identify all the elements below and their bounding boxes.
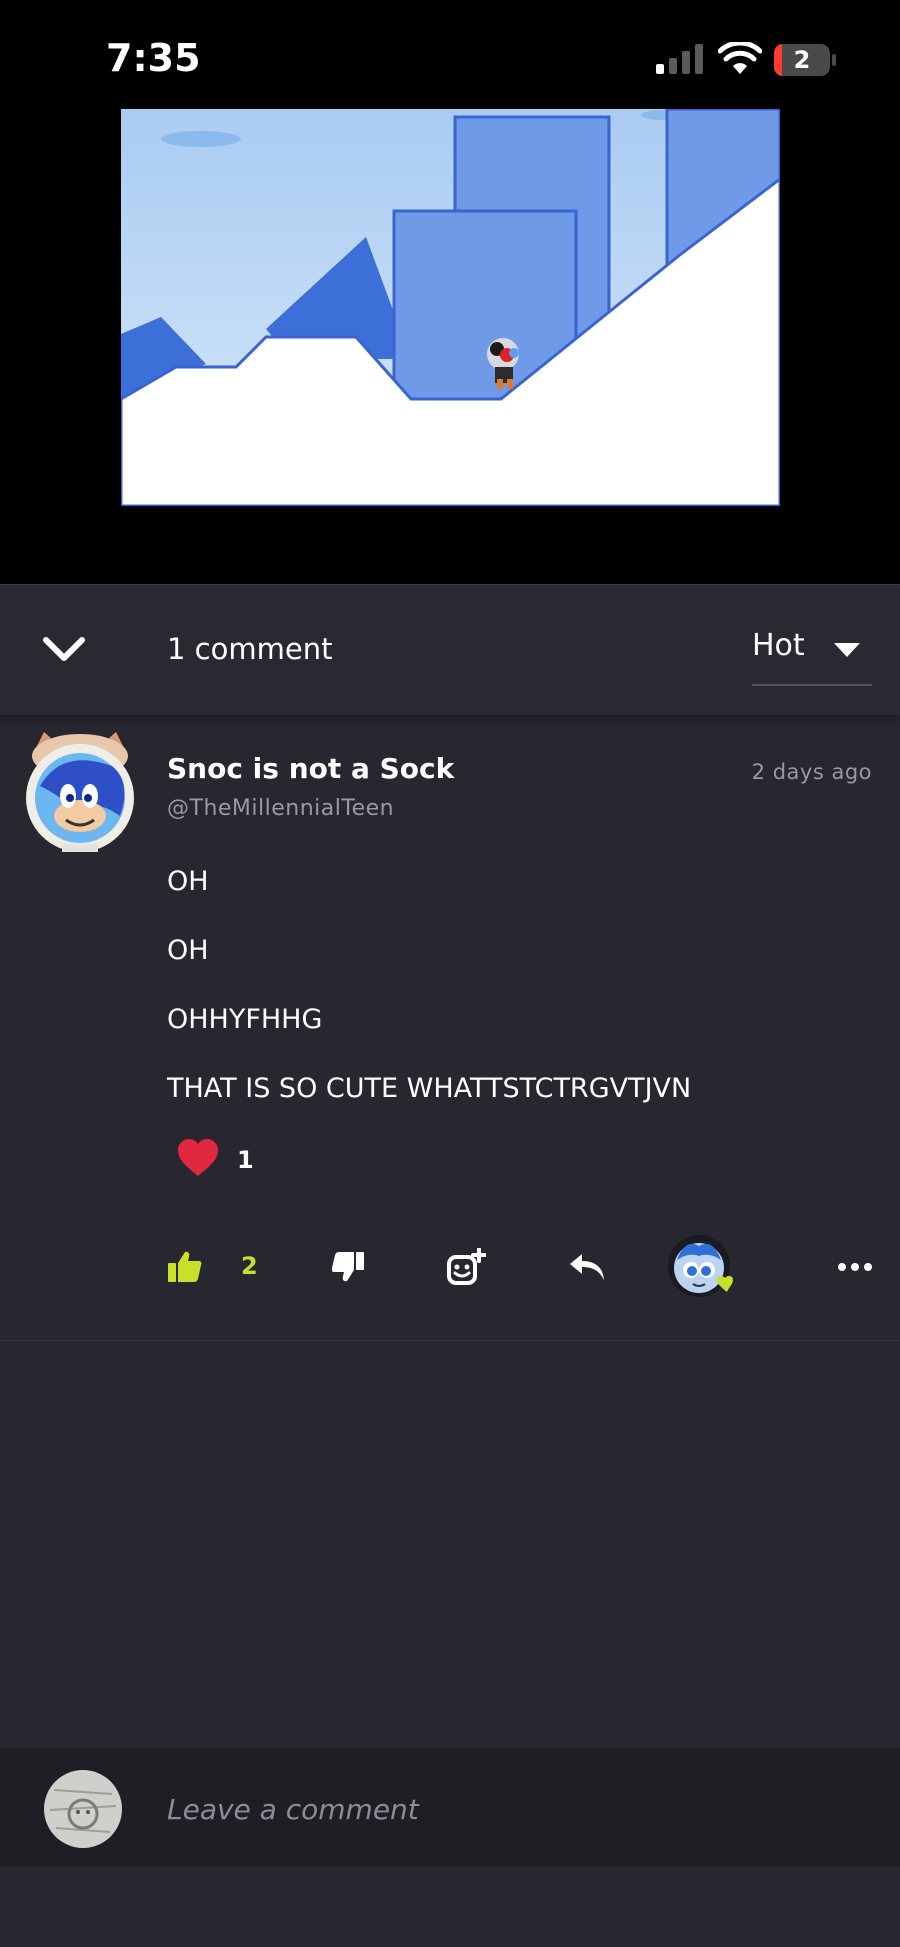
divider [0, 1340, 900, 1341]
comment-line: THAT IS SO CUTE WHATTSTCTRGVTJVN [167, 1073, 692, 1104]
reply-icon[interactable] [568, 1252, 606, 1282]
battery-indicator: 2 [774, 44, 836, 76]
sort-value: Hot [752, 628, 805, 663]
dropdown-arrow-icon [834, 643, 860, 657]
current-user-avatar [44, 1770, 122, 1848]
cellular-signal-icon [656, 44, 703, 74]
avatar[interactable] [22, 726, 138, 854]
reaction-count: 1 [237, 1146, 254, 1174]
wifi-icon [718, 42, 762, 74]
video-player[interactable] [121, 109, 780, 506]
video-frame [121, 109, 780, 506]
thumbs-down-icon[interactable] [332, 1252, 364, 1282]
comment-handle[interactable]: @TheMillennialTeen [167, 796, 394, 821]
comment-line: OH [167, 935, 209, 966]
chevron-down-icon[interactable] [40, 632, 88, 668]
comment-line: OHHYFHHG [167, 1004, 323, 1035]
comment-timestamp: 2 days ago [751, 760, 872, 784]
comment-input[interactable] [167, 1786, 847, 1832]
like-count: 2 [241, 1252, 258, 1280]
heart-icon [178, 1139, 218, 1176]
battery-level: 2 [793, 46, 811, 74]
comment-author[interactable]: Snoc is not a Sock [167, 752, 454, 785]
comment-count: 1 comment [167, 632, 333, 666]
add-reaction-icon[interactable] [446, 1248, 486, 1286]
more-options-icon[interactable] [838, 1262, 872, 1272]
comment-line: OH [167, 866, 209, 897]
sort-dropdown[interactable]: Hot [752, 628, 872, 686]
liked-by-avatar[interactable] [665, 1234, 737, 1304]
status-time: 7:35 [106, 36, 201, 80]
thumbs-up-icon[interactable] [168, 1250, 202, 1282]
